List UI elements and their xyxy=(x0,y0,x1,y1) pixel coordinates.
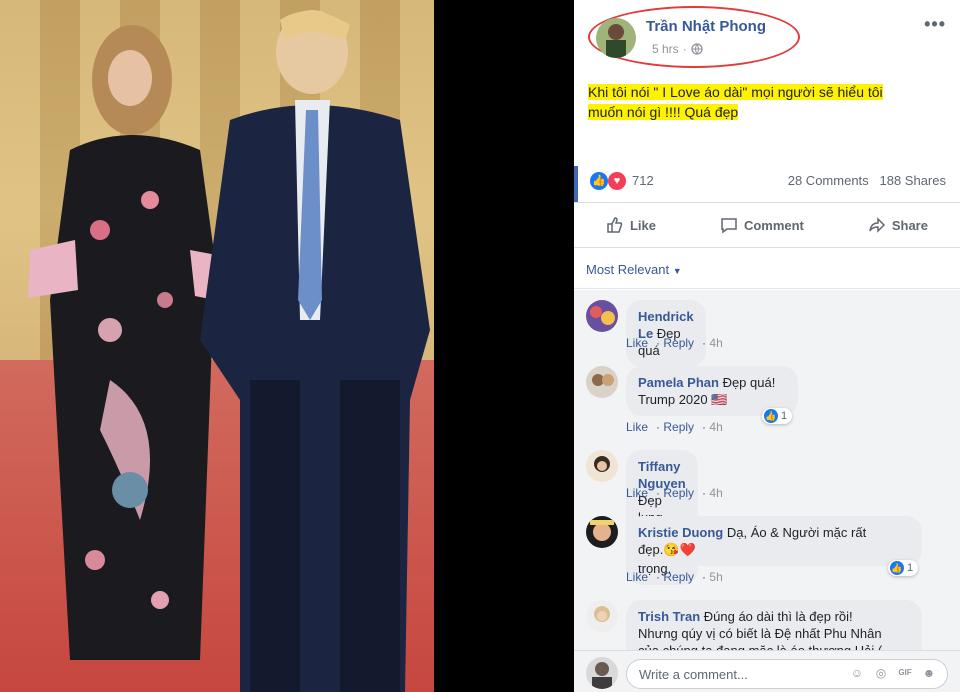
comment-reply-link[interactable]: Reply xyxy=(663,486,694,500)
comment-like-link[interactable]: Like xyxy=(626,336,648,350)
comment-text: Đẹp quá! xyxy=(722,375,776,390)
comment-reply-link[interactable]: Reply xyxy=(663,420,694,434)
write-comment-bar: Write a comment... ☺ ◎ GIF ☻ xyxy=(574,650,960,692)
emoji-icon[interactable]: ☺ xyxy=(849,665,865,681)
author-name[interactable]: Trần Nhật Phong xyxy=(646,18,766,35)
comment-text-line2: Trump 2020 🇺🇸 xyxy=(638,392,728,407)
comment-actions: Like · Reply · 4h xyxy=(626,486,723,500)
comment-button-label: Comment xyxy=(743,217,804,233)
chevron-down-icon: ▼ xyxy=(672,266,682,276)
comment-time[interactable]: 4h xyxy=(709,486,722,500)
globe-icon xyxy=(691,43,703,55)
like-button[interactable]: Like xyxy=(606,216,656,234)
comments-count[interactable]: 28 Comments xyxy=(788,173,869,188)
post-header: Trần Nhật Phong 5 hrs · ••• xyxy=(574,0,960,70)
current-user-avatar[interactable] xyxy=(586,657,618,689)
action-bar: Like Comment Share xyxy=(574,202,960,248)
share-arrow-icon xyxy=(869,217,885,233)
comment-time[interactable]: 4h xyxy=(709,420,722,434)
love-reaction-icon[interactable]: ♥ xyxy=(608,172,626,190)
shares-count[interactable]: 188 Shares xyxy=(880,173,947,188)
black-gap xyxy=(434,0,574,692)
thumbs-up-icon: 👍 xyxy=(890,561,904,575)
facebook-post-panel: Trần Nhật Phong 5 hrs · ••• Khi tôi nói … xyxy=(574,0,960,692)
commenter-name[interactable]: Kristie Duong xyxy=(638,525,723,540)
commenter-name[interactable]: Trish Tran xyxy=(638,609,700,624)
comment-like-link[interactable]: Like xyxy=(626,420,648,434)
like-button-label: Like xyxy=(629,217,656,233)
post-photo[interactable] xyxy=(0,0,434,692)
commenter-avatar[interactable] xyxy=(586,516,618,548)
comments-list: Hendrick Le Đẹp quá Like · Reply · 4h Pame… xyxy=(574,290,960,667)
comment-like-link[interactable]: Like xyxy=(626,486,648,500)
divider xyxy=(574,288,960,289)
comment-actions: Like · Reply · 4h xyxy=(626,336,723,350)
comment-actions: Like · Reply · 4h xyxy=(626,420,723,434)
comment-like-badge[interactable]: 👍 1 xyxy=(762,408,793,424)
photo-figures xyxy=(28,10,430,692)
comment-text-line2: Nhưng qúy vị có biết là Đệ nhất Phu Nhân xyxy=(638,626,882,641)
comment-bubble: Kristie Duong Dạ, Áo & Người mặc rất đẹp… xyxy=(626,516,922,566)
gif-icon[interactable]: GIF xyxy=(897,665,913,681)
more-options-icon[interactable]: ••• xyxy=(924,14,946,35)
commenter-avatar[interactable] xyxy=(586,450,618,482)
reactions-bar: 👍 ♥ 712 28 Comments 188 Shares xyxy=(574,160,960,202)
thumbs-up-icon xyxy=(607,217,623,233)
comment-text: Dạ, Áo & Người mặc rất xyxy=(726,525,867,540)
comment-text-line2: đẹp.😘❤️ xyxy=(638,542,696,557)
sort-label: Most Relevant xyxy=(586,262,670,277)
comment-bubble: Hendrick Le Đẹp quá xyxy=(626,300,706,367)
comment-sort-dropdown[interactable]: Most Relevant ▼ xyxy=(586,262,682,277)
comment-button[interactable]: Comment xyxy=(720,216,804,234)
camera-icon[interactable]: ◎ xyxy=(873,665,889,681)
commenter-avatar[interactable] xyxy=(586,600,618,632)
like-reaction-icon[interactable]: 👍 xyxy=(590,172,608,190)
comment-time[interactable]: 5h xyxy=(709,570,722,584)
comment-actions: Like · Reply · 5h xyxy=(626,570,723,584)
comment-like-badge[interactable]: 👍 1 xyxy=(888,560,919,576)
share-button-label: Share xyxy=(891,217,928,233)
post-text: Khi tôi nói " I Love áo dài" mọi người s… xyxy=(588,82,918,122)
comment-time[interactable]: 4h xyxy=(709,336,722,350)
author-avatar[interactable] xyxy=(596,18,636,58)
left-accent-bar xyxy=(574,166,578,202)
post-text-highlighted: Khi tôi nói " I Love áo dài" mọi người s… xyxy=(588,84,883,120)
comment-input[interactable]: Write a comment... ☺ ◎ GIF ☻ xyxy=(626,659,948,689)
engagement-counts: 28 Comments 188 Shares xyxy=(788,173,946,188)
comment-input-placeholder: Write a comment... xyxy=(639,667,748,682)
comment-reply-link[interactable]: Reply xyxy=(663,336,694,350)
comment-text: Đúng áo dài thì là đẹp rồi! xyxy=(703,609,853,624)
comment-reply-link[interactable]: Reply xyxy=(663,570,694,584)
share-button[interactable]: Share xyxy=(868,216,928,234)
sticker-icon[interactable]: ☻ xyxy=(921,665,937,681)
commenter-avatar[interactable] xyxy=(586,300,618,332)
comment-like-link[interactable]: Like xyxy=(626,570,648,584)
commenter-avatar[interactable] xyxy=(586,366,618,398)
post-meta: 5 hrs · xyxy=(652,42,703,56)
commenter-name[interactable]: Pamela Phan xyxy=(638,375,719,390)
reaction-count[interactable]: 712 xyxy=(632,173,654,188)
comment-bubble-icon xyxy=(721,218,737,234)
thumbs-up-icon: 👍 xyxy=(764,409,778,423)
post-time[interactable]: 5 hrs xyxy=(652,42,679,56)
comment-input-icons: ☺ ◎ GIF ☻ xyxy=(849,665,937,681)
